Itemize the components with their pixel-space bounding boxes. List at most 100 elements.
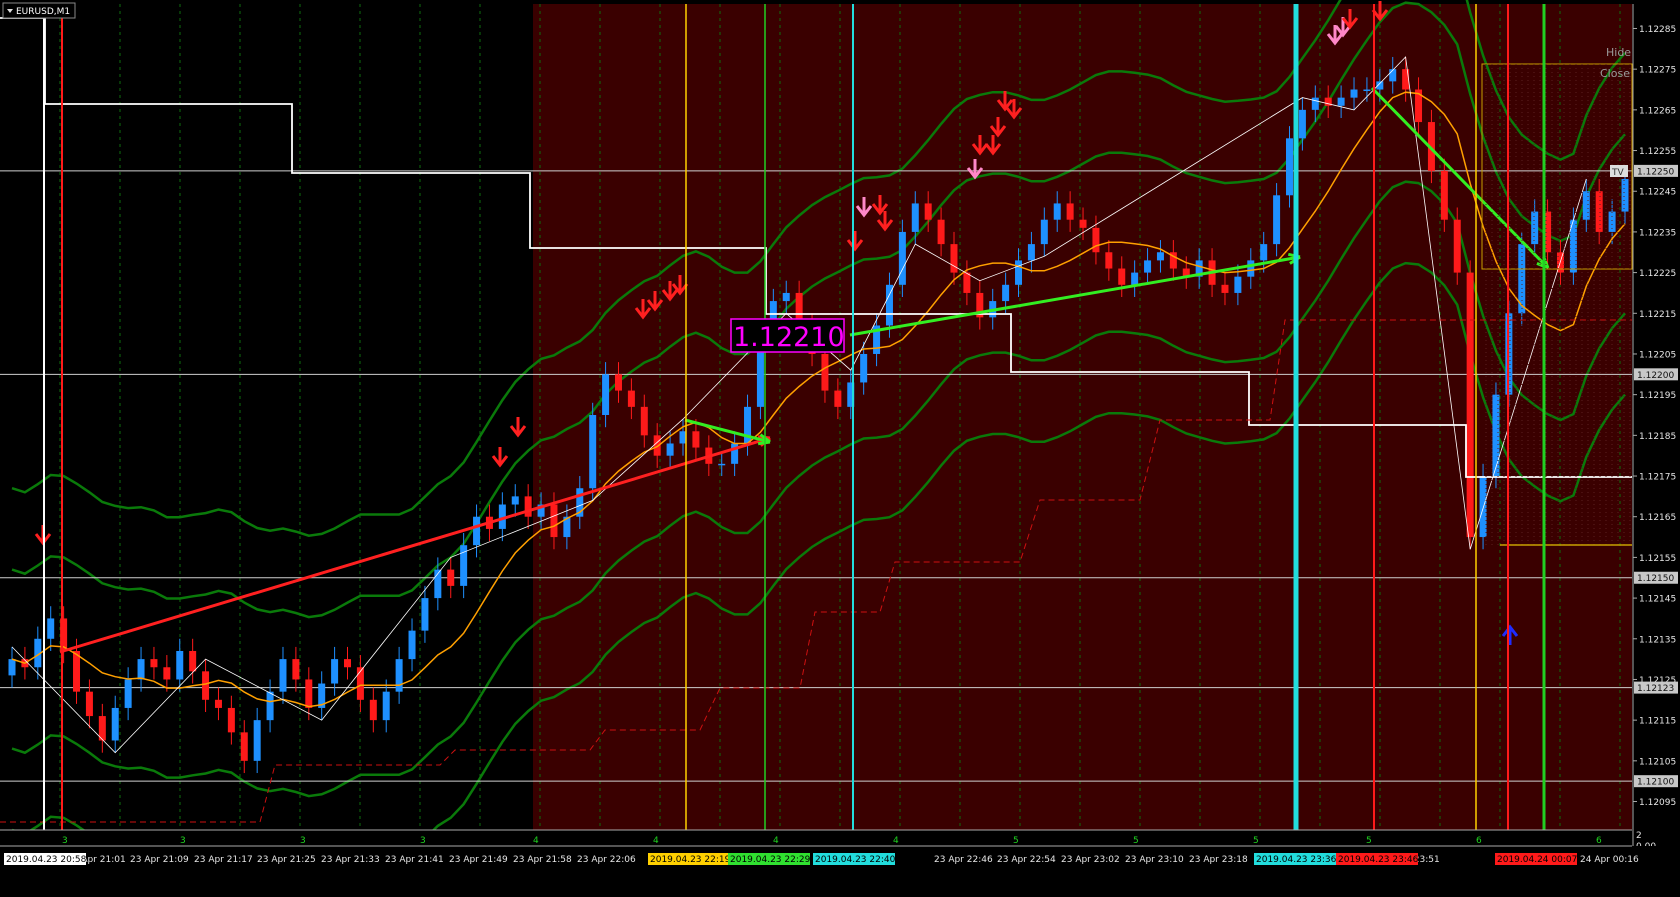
price-tick-label: 1.12105 (1639, 757, 1676, 767)
time-label: 23 Apr 21:09 (130, 855, 189, 865)
candle (1466, 272, 1474, 538)
indicator-value: 6 (1476, 836, 1482, 846)
candle (1363, 89, 1371, 92)
candle (1337, 97, 1345, 106)
candle (1273, 195, 1281, 245)
indicator-value: 6 (1596, 836, 1602, 846)
time-badge: 2019.04.23 23:46 (1338, 855, 1419, 865)
indicator-value: 4 (653, 836, 659, 846)
close-button[interactable]: Close (1600, 67, 1630, 80)
candle (1105, 252, 1113, 269)
candle (1002, 284, 1010, 302)
time-badge: 2019.04.23 23:36 (1256, 855, 1337, 865)
candle (1492, 394, 1500, 477)
time-label: 23 Apr 22:46 (934, 855, 993, 865)
candle (1234, 276, 1242, 293)
candle (1131, 272, 1139, 285)
candle (898, 231, 906, 285)
price-badge: 1.12100 (1637, 778, 1674, 788)
candle (1053, 203, 1061, 220)
candle (627, 390, 635, 407)
candle (111, 707, 119, 741)
price-tick-label: 1.12215 (1639, 310, 1676, 320)
candle (718, 463, 726, 466)
price-tick-label: 1.12285 (1639, 25, 1676, 35)
indicator-strip (0, 830, 1632, 846)
candle (511, 496, 519, 505)
price-tick-label: 1.12185 (1639, 432, 1676, 442)
candle (692, 431, 700, 448)
time-label: 24 Apr 00:16 (1580, 855, 1639, 865)
candle (1298, 109, 1306, 139)
candle (1066, 203, 1074, 220)
candle (1531, 211, 1539, 245)
candle (369, 699, 377, 721)
candle (395, 659, 403, 692)
time-label: 23 Apr 23:18 (1189, 855, 1248, 865)
price-tick-label: 1.12255 (1639, 147, 1676, 157)
price-tick-label: 1.12275 (1639, 66, 1676, 76)
candle (202, 671, 210, 700)
time-label: 23 Apr 22:54 (997, 855, 1056, 865)
candle (227, 707, 235, 733)
candle (550, 504, 558, 538)
candle (937, 219, 945, 245)
candle (1079, 219, 1087, 228)
price-tick-label: 1.12095 (1639, 798, 1676, 808)
candle (344, 659, 352, 668)
price-tick-label: 1.12195 (1639, 391, 1676, 401)
candle (331, 659, 339, 684)
indicator-value: 5 (1253, 836, 1259, 846)
candle (1595, 191, 1603, 232)
candle (266, 691, 274, 721)
candle (292, 659, 300, 680)
candle (1156, 252, 1164, 261)
candle (305, 679, 313, 708)
time-label: 23 Apr 21:41 (385, 855, 444, 865)
tv-badge: TV (1611, 168, 1624, 178)
candle (950, 244, 958, 273)
price-label: 1.12210 (733, 322, 845, 353)
candle (240, 732, 248, 761)
candle (1285, 138, 1293, 196)
indicator-value: 5 (1366, 836, 1372, 846)
candle (589, 415, 597, 489)
time-label: 23 Apr 21:49 (449, 855, 508, 865)
time-label: 23 Apr 22:06 (577, 855, 636, 865)
chart-area[interactable]: 1.12285 1.12275 1.12265 1.12255 1.12245 1.122… (0, 0, 1680, 897)
price-tick-label: 1.12175 (1639, 473, 1676, 483)
candle (150, 659, 158, 668)
candle (382, 691, 390, 721)
price-tick-label: 1.12115 (1639, 717, 1676, 727)
candle (124, 679, 132, 708)
candle (1221, 284, 1229, 293)
candle (473, 516, 481, 546)
candle (8, 659, 16, 676)
candle (447, 569, 455, 586)
time-badge: 2019.04.23 22:40 (815, 855, 896, 865)
indicator-value: 3 (180, 836, 186, 846)
candle (524, 496, 532, 517)
candle (1247, 260, 1255, 277)
candle (963, 272, 971, 293)
indicator-value: 3 (420, 836, 426, 846)
candle (137, 659, 145, 680)
candle (214, 699, 222, 708)
candle (408, 630, 416, 660)
indicator-value: 4 (533, 836, 539, 846)
price-tick-label: 1.12155 (1639, 554, 1676, 564)
indicator-value: 4 (893, 836, 899, 846)
time-label: 23 Apr 21:33 (321, 855, 380, 865)
price-tick-label: 1.12165 (1639, 513, 1676, 523)
candle (279, 659, 287, 692)
price-badge: 1.12123 (1637, 684, 1674, 694)
candle (1479, 476, 1487, 538)
price-tick-label: 1.12135 (1639, 635, 1676, 645)
time-badge: 2019.04.23 22:29 (730, 855, 811, 865)
indicator-value: 5 (1013, 836, 1019, 846)
chart-canvas[interactable]: 1.12285 1.12275 1.12265 1.12255 1.12245 1.122… (0, 0, 1680, 897)
hide-button[interactable]: Hide (1606, 46, 1631, 59)
indicator-value: 3 (62, 836, 68, 846)
time-label: 23 Apr 23:02 (1061, 855, 1120, 865)
indicator-value: 4 (773, 836, 779, 846)
